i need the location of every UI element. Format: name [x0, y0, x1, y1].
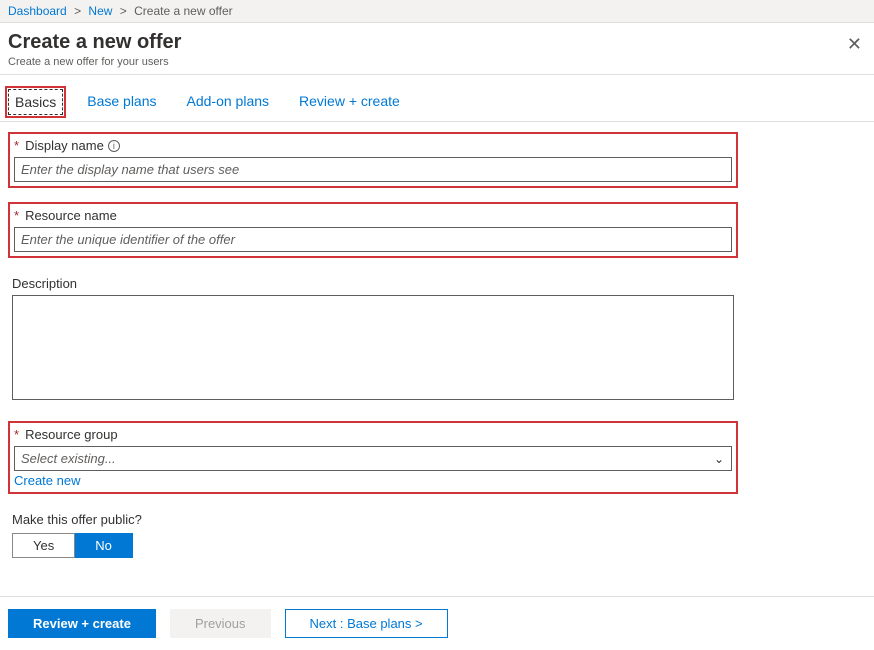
resource-group-select[interactable]: Select existing...	[14, 446, 732, 471]
resource-name-input[interactable]	[14, 227, 732, 252]
make-public-toggle: Yes No	[12, 533, 862, 558]
previous-button: Previous	[170, 609, 271, 638]
tab-add-on-plans[interactable]: Add-on plans	[181, 89, 276, 115]
resource-name-label-text: Resource name	[25, 208, 117, 223]
tab-basics[interactable]: Basics	[8, 89, 63, 115]
tab-bar: Basics Base plans Add-on plans Review + …	[0, 75, 874, 122]
field-display-name: * Display name i	[8, 132, 738, 188]
create-new-link[interactable]: Create new	[14, 473, 80, 488]
footer-bar: Review + create Previous Next : Base pla…	[0, 596, 874, 650]
field-resource-name: * Resource name	[8, 202, 738, 258]
make-public-label: Make this offer public?	[12, 512, 862, 527]
field-description: Description	[8, 272, 738, 407]
page-subtitle: Create a new offer for your users	[8, 56, 866, 68]
tab-base-plans[interactable]: Base plans	[81, 89, 162, 115]
chevron-right-icon: >	[120, 4, 127, 18]
breadcrumb: Dashboard > New > Create a new offer	[8, 4, 233, 18]
field-make-public: Make this offer public? Yes No	[8, 508, 866, 562]
required-icon: *	[14, 138, 19, 153]
description-label-text: Description	[12, 276, 77, 291]
info-icon[interactable]: i	[108, 140, 120, 152]
tab-review-create[interactable]: Review + create	[293, 89, 406, 115]
close-button[interactable]: ✕	[847, 35, 862, 53]
breadcrumb-new[interactable]: New	[88, 4, 112, 18]
resource-group-label-text: Resource group	[25, 427, 118, 442]
make-public-label-text: Make this offer public?	[12, 512, 142, 527]
resource-group-label: * Resource group	[14, 427, 732, 442]
form-area: * Display name i * Resource name Descrip…	[0, 122, 874, 596]
chevron-right-icon: >	[74, 4, 81, 18]
required-icon: *	[14, 427, 19, 442]
display-name-label-text: Display name	[25, 138, 104, 153]
toggle-yes[interactable]: Yes	[12, 533, 75, 558]
description-label: Description	[12, 276, 734, 291]
required-icon: *	[14, 208, 19, 223]
toggle-no[interactable]: No	[75, 533, 133, 558]
breadcrumb-current: Create a new offer	[134, 4, 233, 18]
display-name-input[interactable]	[14, 157, 732, 182]
review-create-button[interactable]: Review + create	[8, 609, 156, 638]
breadcrumb-dashboard[interactable]: Dashboard	[8, 4, 67, 18]
page-title: Create a new offer	[8, 31, 866, 54]
page-header: Create a new offer Create a new offer fo…	[0, 23, 874, 74]
display-name-label: * Display name i	[14, 138, 732, 153]
resource-name-label: * Resource name	[14, 208, 732, 223]
resource-group-select-wrap: Select existing... ⌄	[14, 446, 732, 471]
close-icon: ✕	[847, 34, 862, 54]
next-button[interactable]: Next : Base plans >	[285, 609, 448, 638]
field-resource-group: * Resource group Select existing... ⌄ Cr…	[8, 421, 738, 494]
description-input[interactable]	[12, 295, 734, 400]
breadcrumb-bar: Dashboard > New > Create a new offer	[0, 0, 874, 23]
